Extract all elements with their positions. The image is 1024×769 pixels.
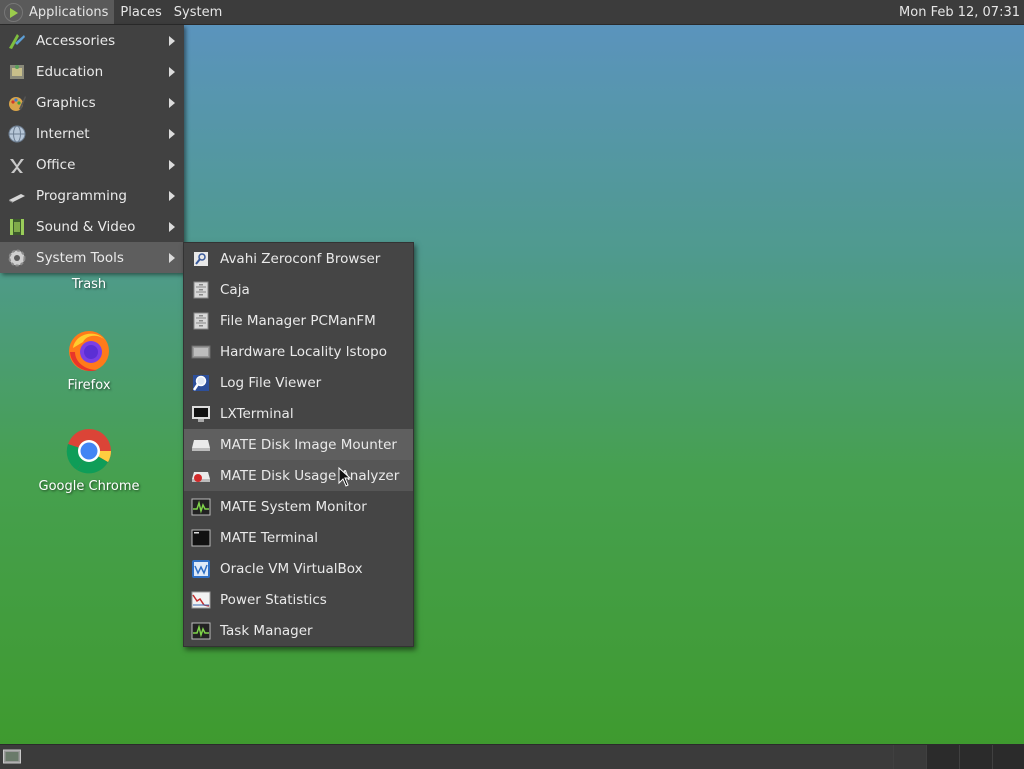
workspace-1[interactable] [926,745,960,769]
sound-video-icon [6,216,28,238]
system-monitor-icon [191,497,211,517]
top-panel: Applications Places System Mon Feb 12, 0… [0,0,1024,25]
menu-item-label: MATE Terminal [220,529,318,546]
menu-item-label: Hardware Locality lstopo [220,343,387,360]
menu-item-hardware-locality-lstopo[interactable]: Hardware Locality lstopo [184,336,413,367]
desktop-icon-label: Google Chrome [38,479,140,494]
places-menu[interactable]: Places [114,0,167,24]
menu-item-power-statistics[interactable]: Power Statistics [184,584,413,615]
desktop-icon-label: Firefox [67,378,111,393]
menu-item-mate-terminal[interactable]: MATE Terminal [184,522,413,553]
menu-item-label: Internet [36,125,90,142]
submenu-arrow-icon [169,222,175,232]
menu-item-log-file-viewer[interactable]: Log File Viewer [184,367,413,398]
submenu-arrow-icon [169,67,175,77]
desktop-icon-chrome[interactable]: Google Chrome [29,427,149,494]
desktop-icon-firefox[interactable]: Firefox [29,326,149,393]
menu-item-label: Task Manager [220,622,313,639]
applications-menu[interactable]: Applications [0,0,115,24]
menu-item-label: Oracle VM VirtualBox [220,560,363,577]
disk-usage-icon [191,466,211,486]
mate-logo-icon [4,2,23,22]
menu-item-label: System Tools [36,249,124,266]
system-tools-submenu: Avahi Zeroconf Browser Caja File Manager… [183,242,414,647]
submenu-arrow-icon [169,160,175,170]
internet-globe-icon [6,123,28,145]
submenu-arrow-icon [169,129,175,139]
monitor-icon [191,404,211,424]
task-manager-icon [191,621,211,641]
menu-item-file-manager-pcmanfm[interactable]: File Manager PCManFM [184,305,413,336]
menu-item-label: Power Statistics [220,591,327,608]
menu-item-label: MATE Disk Usage Analyzer [220,467,400,484]
menu-item-avahi-zeroconf-browser[interactable]: Avahi Zeroconf Browser [184,243,413,274]
menu-item-label: MATE Disk Image Mounter [220,436,397,453]
menu-item-accessories[interactable]: Accessories [0,25,184,56]
menu-item-label: Sound & Video [36,218,136,235]
menu-item-label: Caja [220,281,250,298]
menu-item-oracle-vm-virtualbox[interactable]: Oracle VM VirtualBox [184,553,413,584]
workspace-2[interactable] [959,745,993,769]
power-statistics-icon [191,590,211,610]
menu-item-label: Office [36,156,76,173]
menu-item-mate-disk-image-mounter[interactable]: MATE Disk Image Mounter [184,429,413,460]
submenu-arrow-icon [169,36,175,46]
menu-item-task-manager[interactable]: Task Manager [184,615,413,646]
menu-item-label: File Manager PCManFM [220,312,376,329]
menu-item-sound-video[interactable]: Sound & Video [0,211,184,242]
desktop-icon-trash[interactable]: Trash [29,277,149,292]
menu-item-label: Accessories [36,32,116,49]
chrome-icon [66,429,111,474]
menu-item-mate-system-monitor[interactable]: MATE System Monitor [184,491,413,522]
hardware-icon [191,342,211,362]
file-cabinet-icon [191,280,211,300]
menu-item-graphics[interactable]: Graphics [0,87,184,118]
firefox-icon [69,331,109,372]
magnifier-icon [191,373,211,393]
submenu-arrow-icon [169,191,175,201]
menu-item-internet[interactable]: Internet [0,118,184,149]
mouse-cursor-icon [338,467,352,487]
submenu-arrow-icon [169,98,175,108]
menu-item-label: Education [36,63,104,80]
menu-item-lxterminal[interactable]: LXTerminal [184,398,413,429]
menu-item-system-tools[interactable]: System Tools [0,242,184,273]
virtualbox-icon [191,559,211,579]
system-tools-gear-icon [6,247,28,269]
workspace-switcher-area [893,745,926,769]
show-desktop-icon[interactable] [3,749,21,764]
menu-item-caja[interactable]: Caja [184,274,413,305]
graphics-icon [6,92,28,114]
workspace-3[interactable] [992,745,1024,769]
system-menu[interactable]: System [168,0,228,24]
menu-item-office[interactable]: Office [0,149,184,180]
menu-item-programming[interactable]: Programming [0,180,184,211]
menu-item-label: Avahi Zeroconf Browser [220,250,381,267]
network-search-icon [191,249,211,269]
desktop-icon-label: Trash [71,277,107,292]
bottom-panel [0,744,1024,769]
menu-item-mate-disk-usage-analyzer[interactable]: MATE Disk Usage Analyzer [184,460,413,491]
programming-icon [6,185,28,207]
applications-dropdown: Accessories Education Graphics Internet … [0,25,184,273]
clock[interactable]: Mon Feb 12, 07:31 [899,5,1024,20]
education-icon [6,61,28,83]
terminal-icon [191,528,211,548]
disk-drive-icon [191,435,211,455]
menu-item-label: LXTerminal [220,405,294,422]
office-icon [6,154,28,176]
menu-item-label: Graphics [36,94,96,111]
menu-item-education[interactable]: Education [0,56,184,87]
applications-menu-label: Applications [29,4,109,20]
submenu-arrow-icon [169,253,175,263]
top-menu-bar: Applications Places System [0,0,228,24]
menu-item-label: Log File Viewer [220,374,322,391]
accessories-icon [6,30,28,52]
menu-item-label: MATE System Monitor [220,498,367,515]
file-cabinet-icon [191,311,211,331]
menu-item-label: Programming [36,187,127,204]
